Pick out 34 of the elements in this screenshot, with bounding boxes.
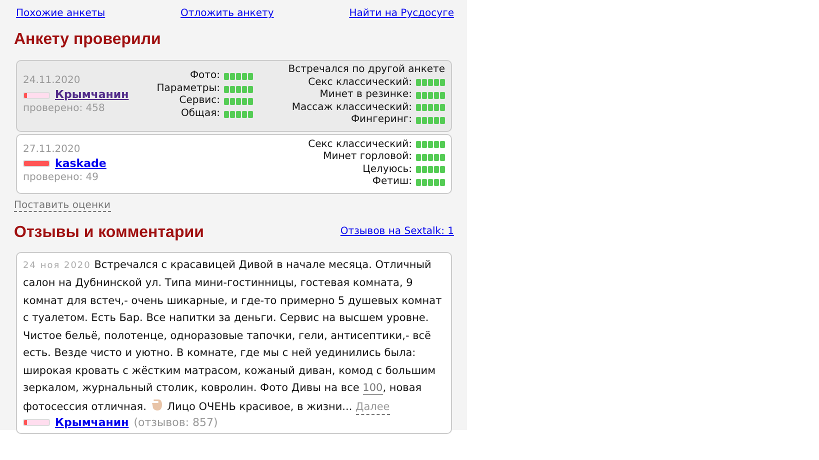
checked-count: проверено: 49 <box>23 170 100 184</box>
section-title: Анкету проверили <box>14 31 162 49</box>
rating-label: Минет горловой: <box>323 151 412 164</box>
rating-label: Фото: <box>190 70 220 83</box>
review-text: 24 ноя 2020 Встречался с красавицей Дивой в начале месяца. Отличный салон на Дубнинской ул. Типа мини-гостинницы, гостевая комната, 9 комнат для встеч,- очень шикарные, и где-то примерно 5 душевых комнат с туалетом. Есть Бар. Все напитки за деньги. Сервис на высшем уровне. Чистое бельё, полотенце, одноразовые тапочки, гели, антисептики,- всё есть. Везде чисто и уютно. В комнате, где мы с ней уединились была: широкая кровать с жёстким матрасом, кожаный диван, комод с большим зеркалом, журнальный столик, ковролин. Фото Дивы на все 100, новая фотосессия отличная. Лицо ОЧЕНЬ красивое, в жизни... Далее <box>23 258 443 416</box>
number-link[interactable]: 100 <box>362 382 383 395</box>
rating-label: Фингеринг: <box>350 114 412 126</box>
rating-label: Секс классический: <box>308 76 412 89</box>
user-link[interactable]: Крымчанин <box>55 88 129 102</box>
rating-label: Минет в резинке: <box>320 89 412 102</box>
rating-label: Фетиш: <box>372 176 412 188</box>
rating-label: Целуюсь: <box>362 164 412 176</box>
user-link[interactable]: kaskade <box>55 156 106 170</box>
rating-label: Массаж классический: <box>292 102 412 114</box>
user-link[interactable]: Крымчанин <box>55 416 129 429</box>
reputation-bar <box>23 160 50 167</box>
nav-link[interactable]: Найти на Русдосуге <box>349 8 454 19</box>
rating-label: Общая: <box>181 108 220 120</box>
sextalk-link[interactable]: Отзывов на Sextalk: 1 <box>340 226 454 237</box>
reputation-bar <box>23 419 50 426</box>
section-title: Отзывы и комментарии <box>14 224 204 242</box>
reputation-bar <box>23 92 50 99</box>
check-date: 27.11.2020 <box>23 142 82 156</box>
rating-label: Секс классический: <box>308 138 412 151</box>
checked-count: проверено: 458 <box>23 102 106 116</box>
nav-link[interactable]: Похожие анкеты <box>16 8 106 19</box>
rating-label: Параметры: <box>156 82 220 96</box>
rate-link[interactable]: Поставить оценки <box>14 200 111 212</box>
nav-link[interactable]: Отложить анкету <box>180 8 274 19</box>
rating-label: Сервис: <box>179 95 220 108</box>
hand-icon <box>150 398 164 412</box>
check-date: 24.11.2020 <box>23 74 82 88</box>
review-count: (отзывов: 857) <box>134 416 218 429</box>
check-note: Встречался по другой анкете <box>288 64 445 76</box>
